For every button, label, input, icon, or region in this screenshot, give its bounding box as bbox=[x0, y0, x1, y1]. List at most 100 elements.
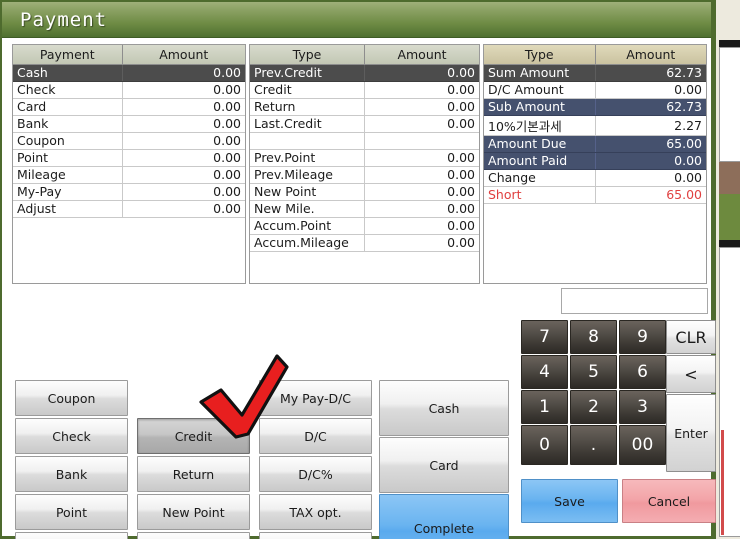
row-label: Prev.Point bbox=[250, 149, 365, 167]
payment-button-tax-opt[interactable]: TAX opt. bbox=[259, 494, 372, 530]
payment-methods-panel: Payment Amount Cash 0.00 Check 0.00 Card 0.00… bbox=[12, 44, 246, 284]
keypad-key-4[interactable]: 4 bbox=[521, 355, 568, 389]
payment-button-check[interactable]: Check bbox=[15, 418, 128, 454]
credit-point-panel: Type Amount Prev.Credit 0.00 Credit 0.00 Ret… bbox=[249, 44, 480, 284]
table-row[interactable]: Card 0.00 bbox=[13, 98, 245, 116]
backspace-button[interactable]: < bbox=[666, 355, 716, 393]
row-amount bbox=[364, 132, 479, 150]
keypad-key-6[interactable]: 6 bbox=[619, 355, 666, 389]
keypad-key-8[interactable]: 8 bbox=[570, 320, 617, 354]
row-amount: 0.00 bbox=[122, 183, 245, 201]
row-label: Accum.Point bbox=[250, 217, 365, 235]
table-row[interactable]: 10%기본과세 2.27 bbox=[484, 115, 706, 136]
row-label: D/C Amount bbox=[484, 81, 596, 99]
table-row[interactable]: Adjust 0.00 bbox=[13, 200, 245, 218]
table-row[interactable]: Accum.Mileage 0.00 bbox=[250, 234, 479, 252]
payment-button-my-pay-d-c[interactable]: My Pay-D/C bbox=[259, 380, 372, 416]
keypad-key-1[interactable]: 1 bbox=[521, 390, 568, 424]
row-label: Point bbox=[13, 149, 123, 167]
row-label: Return bbox=[250, 98, 365, 116]
enter-button[interactable]: Enter bbox=[666, 394, 716, 472]
table-row[interactable]: Cash 0.00 bbox=[13, 64, 245, 82]
row-amount: 0.00 bbox=[595, 81, 706, 99]
table-row[interactable]: Prev.Credit 0.00 bbox=[250, 64, 479, 82]
table-row[interactable]: New Point 0.00 bbox=[250, 183, 479, 201]
table-row[interactable]: D/C Amount 0.00 bbox=[484, 81, 706, 99]
table-row[interactable]: Amount Due 65.00 bbox=[484, 135, 706, 153]
table-row[interactable]: Short 65.00 bbox=[484, 186, 706, 204]
row-label: Short bbox=[484, 186, 596, 204]
table-row[interactable]: Last.Credit 0.00 bbox=[250, 115, 479, 133]
card-button[interactable]: Card bbox=[379, 437, 509, 493]
payment-button-point[interactable]: Point bbox=[15, 494, 128, 530]
table-row[interactable]: Point 0.00 bbox=[13, 149, 245, 167]
row-label: Coupon bbox=[13, 132, 123, 150]
complete-button[interactable]: Complete bbox=[379, 494, 509, 539]
save-button[interactable]: Save bbox=[521, 479, 618, 523]
keypad-key-2[interactable]: 2 bbox=[570, 390, 617, 424]
row-label: Card bbox=[13, 98, 123, 116]
table-row[interactable]: Prev.Mileage 0.00 bbox=[250, 166, 479, 184]
amount-input[interactable] bbox=[561, 288, 708, 314]
cash-button[interactable]: Cash bbox=[379, 380, 509, 436]
row-label: Sub Amount bbox=[484, 98, 596, 116]
table-row[interactable]: Sum Amount 62.73 bbox=[484, 64, 706, 82]
page-title: Payment bbox=[20, 8, 108, 31]
keypad-key-0[interactable]: 0 bbox=[521, 425, 568, 465]
table-row[interactable]: Accum.Point 0.00 bbox=[250, 217, 479, 235]
table-row[interactable]: Change 0.00 bbox=[484, 169, 706, 187]
dialog-body: Payment Amount Cash 0.00 Check 0.00 Card 0.00… bbox=[2, 38, 716, 539]
table-row[interactable]: Return 0.00 bbox=[250, 98, 479, 116]
row-amount: 0.00 bbox=[364, 183, 479, 201]
row-label: Check bbox=[13, 81, 123, 99]
table-row[interactable]: My-Pay 0.00 bbox=[13, 183, 245, 201]
row-amount: 0.00 bbox=[122, 115, 245, 133]
column-header-amount: Amount bbox=[595, 45, 706, 65]
row-amount: 65.00 bbox=[595, 135, 706, 153]
table-row[interactable]: Credit 0.00 bbox=[250, 81, 479, 99]
background-window bbox=[714, 0, 740, 539]
row-label: Sum Amount bbox=[484, 64, 596, 82]
keypad-key-9[interactable]: 9 bbox=[619, 320, 666, 354]
payment-button-coupon[interactable]: Coupon bbox=[15, 380, 128, 416]
payment-methods-table: Payment Amount Cash 0.00 Check 0.00 Card 0.00… bbox=[13, 45, 245, 218]
payment-button-d-c[interactable]: D/C% bbox=[259, 456, 372, 492]
row-amount: 62.73 bbox=[595, 64, 706, 82]
row-amount: 0.00 bbox=[364, 200, 479, 218]
payment-button-mileage[interactable]: Mileage bbox=[15, 532, 128, 539]
clear-button[interactable]: CLR bbox=[666, 320, 716, 354]
payment-button-d-c[interactable]: D/C bbox=[259, 418, 372, 454]
table-row[interactable]: New Mile. 0.00 bbox=[250, 200, 479, 218]
table-row[interactable]: Mileage 0.00 bbox=[13, 166, 245, 184]
table-row[interactable]: Prev.Point 0.00 bbox=[250, 149, 479, 167]
row-amount: 0.00 bbox=[364, 166, 479, 184]
payment-button-new-point[interactable]: New Point bbox=[137, 494, 250, 530]
cancel-button[interactable]: Cancel bbox=[622, 479, 716, 523]
payment-button-credit[interactable]: Credit bbox=[137, 418, 250, 454]
payment-button-return[interactable]: Return bbox=[137, 456, 250, 492]
payment-button-my-pay[interactable]: My-Pay bbox=[259, 532, 372, 539]
table-row[interactable]: Coupon 0.00 bbox=[13, 132, 245, 150]
payment-button-bank[interactable]: Bank bbox=[15, 456, 128, 492]
payment-button-new-mile[interactable]: New Mile. bbox=[137, 532, 250, 539]
table-row[interactable]: Bank 0.00 bbox=[13, 115, 245, 133]
row-amount: 0.00 bbox=[122, 166, 245, 184]
keypad-key-5[interactable]: 5 bbox=[570, 355, 617, 389]
keypad-key-3[interactable]: 3 bbox=[619, 390, 666, 424]
keypad-key-7[interactable]: 7 bbox=[521, 320, 568, 354]
row-amount: 0.00 bbox=[122, 98, 245, 116]
table-row[interactable]: Sub Amount 62.73 bbox=[484, 98, 706, 116]
table-row bbox=[250, 132, 479, 150]
keypad-key-decimal[interactable]: . bbox=[570, 425, 617, 465]
credit-point-table: Type Amount Prev.Credit 0.00 Credit 0.00 Ret… bbox=[250, 45, 479, 252]
table-row[interactable]: Amount Paid 0.00 bbox=[484, 152, 706, 170]
row-label: My-Pay bbox=[13, 183, 123, 201]
row-amount: 0.00 bbox=[595, 169, 706, 187]
table-row[interactable]: Check 0.00 bbox=[13, 81, 245, 99]
totals-table: Type Amount Sum Amount 62.73 D/C Amount 0.0… bbox=[484, 45, 706, 204]
row-label: Amount Paid bbox=[484, 152, 596, 170]
desktop-root: Payment Payment Amount Cash 0.00 Check 0.00… bbox=[0, 0, 740, 539]
column-header-payment: Payment bbox=[13, 45, 123, 65]
row-label: New Mile. bbox=[250, 200, 365, 218]
keypad-key-double-zero[interactable]: 00 bbox=[619, 425, 666, 465]
